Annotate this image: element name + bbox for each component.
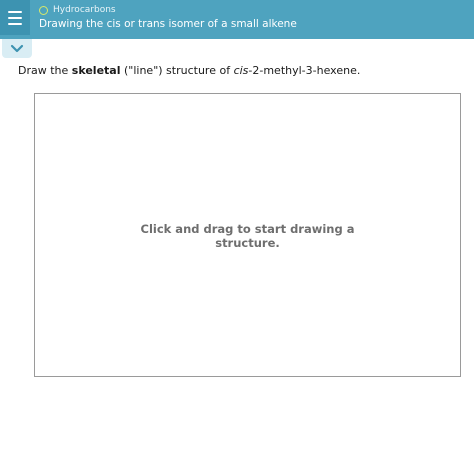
- chevron-down-icon: [10, 44, 24, 53]
- lesson-title: Drawing the cis or trans isomer of a sma…: [39, 18, 297, 30]
- topic-circle-icon: [39, 6, 48, 15]
- canvas-hint-text: Click and drag to start drawing a struct…: [140, 222, 355, 250]
- question-prefix: Draw the: [18, 64, 72, 77]
- question-bold-term: skeletal: [71, 64, 121, 77]
- question-middle: ("line") structure of: [120, 64, 234, 77]
- question-compound: -2-methyl-3-hexene.: [248, 64, 361, 77]
- page: Hydrocarbons Drawing the cis or trans is…: [0, 0, 474, 458]
- question-text: Draw the skeletal ("line") structure of …: [18, 63, 360, 78]
- topic-row: Hydrocarbons: [39, 5, 116, 16]
- hamburger-menu-icon: [8, 10, 22, 13]
- menu-button[interactable]: [0, 0, 30, 35]
- hamburger-menu-icon-bar: [8, 16, 22, 19]
- question-italic-prefix: cis: [233, 64, 249, 77]
- drawing-canvas[interactable]: Click and drag to start drawing a struct…: [34, 93, 461, 377]
- lesson-header: Hydrocarbons Drawing the cis or trans is…: [0, 0, 474, 39]
- topic-label: Hydrocarbons: [53, 5, 116, 15]
- canvas-hint: Click and drag to start drawing a struct…: [35, 222, 460, 250]
- collapse-button[interactable]: [2, 39, 32, 58]
- hamburger-menu-icon-bar: [8, 22, 22, 25]
